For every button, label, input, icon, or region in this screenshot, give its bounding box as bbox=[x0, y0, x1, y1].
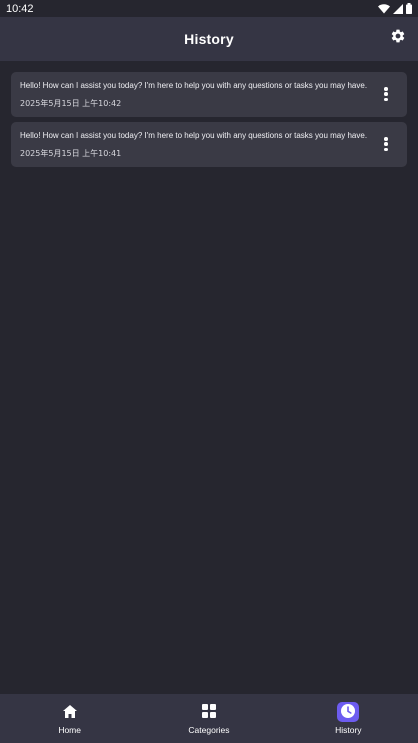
battery-icon bbox=[406, 3, 412, 14]
gear-icon bbox=[390, 28, 406, 48]
nav-icon-container bbox=[59, 702, 81, 722]
nav-item-home[interactable]: Home bbox=[20, 702, 120, 735]
more-vert-dot bbox=[384, 97, 388, 101]
nav-label-categories: Categories bbox=[188, 725, 230, 735]
wifi-icon bbox=[378, 3, 390, 14]
status-time: 10:42 bbox=[6, 2, 34, 15]
history-list: Hello! How can I assist you today? I'm h… bbox=[11, 72, 407, 172]
clock-icon bbox=[341, 703, 356, 722]
home-icon bbox=[62, 703, 77, 722]
more-vert-dot bbox=[384, 142, 388, 146]
nav-icon-container bbox=[337, 702, 360, 722]
settings-button[interactable] bbox=[388, 28, 408, 48]
nav-item-categories[interactable]: Categories bbox=[159, 702, 259, 735]
page-title: History bbox=[184, 31, 234, 47]
history-item[interactable]: Hello! How can I assist you today? I'm h… bbox=[11, 122, 407, 167]
history-item-time: 2025年5月15日 上午10:42 bbox=[20, 99, 122, 108]
nav-label-history: History bbox=[335, 725, 362, 735]
history-item-message: Hello! How can I assist you today? I'm h… bbox=[20, 131, 367, 140]
more-vert-icon bbox=[384, 137, 388, 141]
nav-label-home: Home bbox=[58, 725, 81, 735]
history-item-time: 2025年5月15日 上午10:41 bbox=[20, 149, 122, 158]
signal-icon bbox=[393, 3, 403, 14]
app-bar: History bbox=[0, 17, 418, 61]
bottom-nav: Home Categories History bbox=[0, 694, 418, 743]
more-vert-dot bbox=[384, 92, 388, 96]
history-item[interactable]: Hello! How can I assist you today? I'm h… bbox=[11, 72, 407, 117]
more-vert-button[interactable] bbox=[381, 85, 391, 103]
more-vert-button[interactable] bbox=[381, 135, 391, 153]
screen: 10:42 History Hello! How can I assist yo… bbox=[0, 0, 418, 743]
more-vert-dot bbox=[384, 147, 388, 151]
more-vert-icon bbox=[384, 87, 388, 91]
status-icons bbox=[378, 3, 412, 14]
nav-item-history[interactable]: History bbox=[298, 702, 398, 735]
nav-icon-container bbox=[198, 702, 220, 722]
status-bar: 10:42 bbox=[0, 0, 418, 17]
history-item-message: Hello! How can I assist you today? I'm h… bbox=[20, 81, 367, 90]
grid-icon bbox=[201, 703, 216, 722]
